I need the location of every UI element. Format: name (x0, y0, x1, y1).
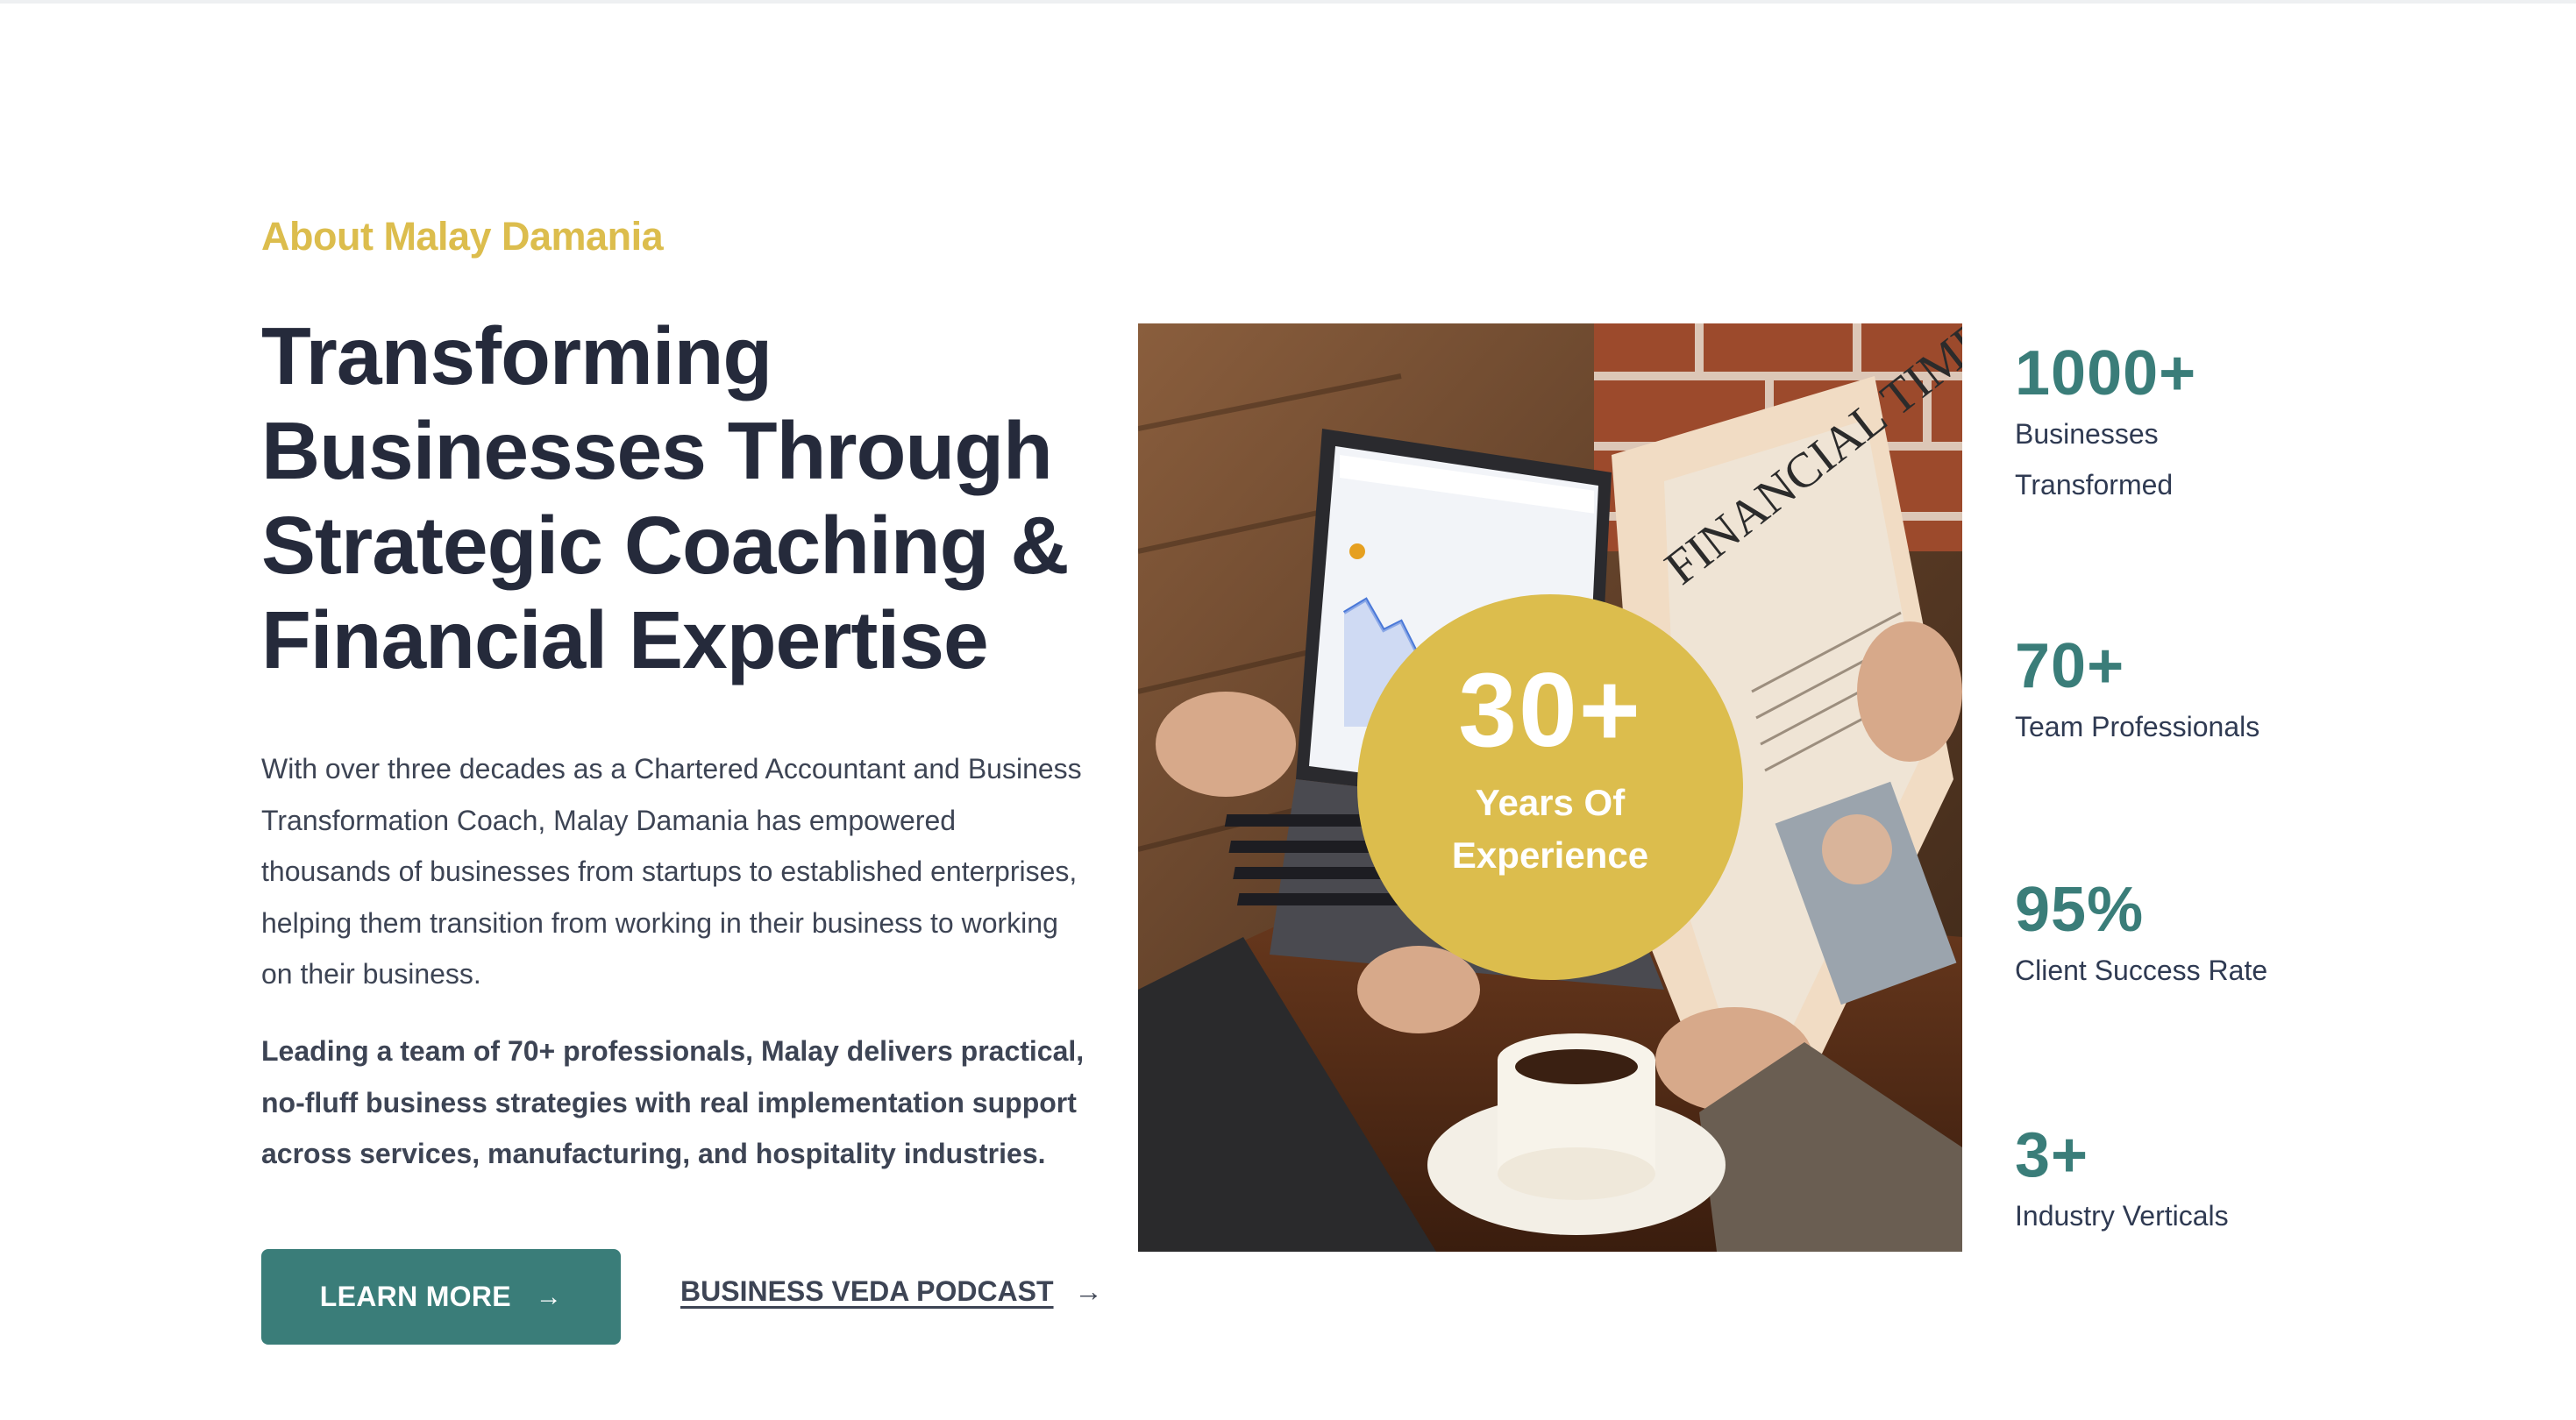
learn-more-label: LEARN MORE (319, 1281, 511, 1312)
section-headline: Transforming Businesses Through Strategi… (261, 310, 1070, 685)
stat-businesses: 1000+ Businesses Transformed (2015, 338, 2278, 510)
stat-team: 70+ Team Professionals (2015, 631, 2278, 752)
top-divider (0, 0, 2576, 4)
stat-value: 70+ (2015, 631, 2125, 701)
intro-paragraph: With over three decades as a Chartered A… (261, 753, 1082, 990)
experience-badge: 30+ Years Of Experience (1357, 594, 1743, 980)
podcast-link[interactable]: BUSINESS VEDA PODCAST → (680, 1275, 1103, 1308)
stat-success: 95% Client Success Rate (2015, 875, 2278, 996)
arrow-right-icon: → (535, 1282, 563, 1311)
stat-value: 3+ (2015, 1120, 2089, 1190)
stat-caption: Businesses Transformed (2015, 418, 2174, 501)
experience-label-line1: Years Of (1475, 782, 1626, 823)
team-paragraph: Leading a team of 70+ professionals, Mal… (261, 1035, 1085, 1169)
stat-caption: Team Professionals (2015, 711, 2260, 742)
stat-value: 1000+ (2015, 338, 2197, 408)
experience-label-line2: Experience (1451, 834, 1649, 876)
experience-years: 30+ (1458, 651, 1642, 769)
experience-label: Years Of Experience (1452, 777, 1648, 882)
stat-verticals: 3+ Industry Verticals (2015, 1120, 2278, 1241)
section-eyebrow: About Malay Damania (261, 214, 664, 259)
podcast-link-label: BUSINESS VEDA PODCAST (680, 1275, 1054, 1307)
learn-more-button[interactable]: LEARN MORE → (261, 1249, 621, 1345)
stat-caption: Client Success Rate (2015, 955, 2268, 986)
stat-value: 95% (2015, 875, 2145, 945)
arrow-right-icon: → (1074, 1275, 1103, 1307)
stat-caption: Industry Verticals (2015, 1200, 2229, 1232)
